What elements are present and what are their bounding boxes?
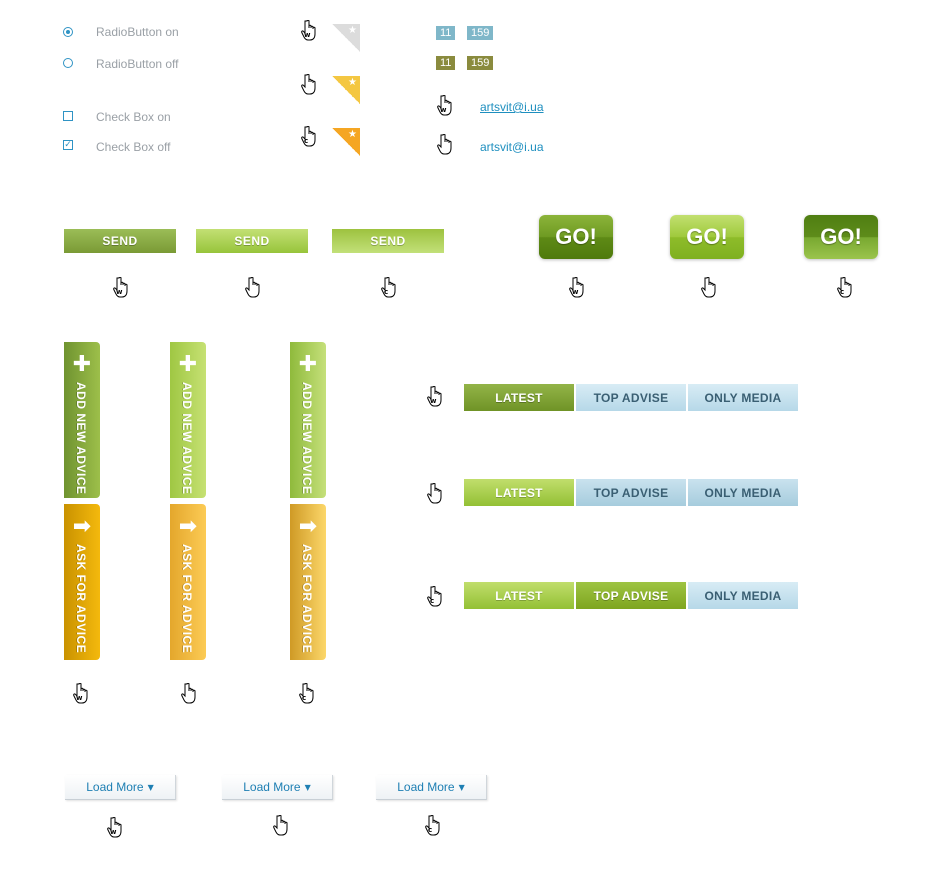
hand-cursor-icon: w: [106, 816, 124, 839]
hand-cursor-icon: [244, 276, 262, 299]
send-button-active[interactable]: SEND: [332, 229, 444, 253]
hand-cursor-icon: c: [300, 125, 318, 148]
arrow-right-icon: ➡: [72, 514, 92, 539]
hand-cursor-icon: [700, 276, 718, 299]
ask-for-advice-label: ASK FOR ADVICE: [180, 544, 194, 654]
ask-for-advice-label: ASK FOR ADVICE: [300, 544, 314, 654]
checkbox-on[interactable]: [63, 111, 73, 121]
tab-only-media[interactable]: ONLY MEDIA: [688, 582, 798, 609]
hand-cursor-icon: [272, 814, 290, 837]
radio-off-label: RadioButton off: [96, 57, 179, 71]
load-more-label: Load More: [243, 780, 301, 794]
ask-for-advice-tab-normal[interactable]: ➡ ASK FOR ADVICE: [64, 504, 100, 660]
hand-cursor-icon: c: [426, 585, 444, 608]
arrow-right-icon: ➡: [178, 514, 198, 539]
triangle-down-icon: ▼: [458, 783, 465, 792]
checkbox-off[interactable]: ✓: [63, 140, 73, 150]
hand-cursor-icon: [300, 73, 318, 96]
checkbox-on-label: Check Box on: [96, 110, 171, 124]
count-badge: 11: [436, 56, 456, 70]
radio-button-off[interactable]: [63, 58, 73, 68]
go-button-active[interactable]: GO!: [804, 215, 878, 259]
load-more-button-hover[interactable]: Load More ▼: [222, 775, 333, 800]
tab-top-advise[interactable]: TOP ADVISE: [576, 479, 686, 506]
load-more-label: Load More: [397, 780, 455, 794]
hand-cursor-icon: c: [298, 682, 316, 705]
hand-cursor-icon: w: [568, 276, 586, 299]
go-button-hover[interactable]: GO!: [670, 215, 744, 259]
add-new-advice-tab-normal[interactable]: ✚ ADD NEW ADVICE: [64, 342, 100, 498]
plus-icon: ✚: [178, 352, 198, 377]
add-new-advice-label: ADD NEW ADVICE: [74, 382, 88, 495]
go-button-normal[interactable]: GO!: [539, 215, 613, 259]
triangle-down-icon: ▼: [147, 783, 154, 792]
plus-icon: ✚: [298, 352, 318, 377]
email-link[interactable]: artsvit@i.ua: [480, 140, 544, 154]
star-icon: ★: [348, 77, 357, 88]
add-new-advice-tab-active[interactable]: ✚ ADD NEW ADVICE: [290, 342, 326, 498]
hand-cursor-icon: w: [72, 682, 90, 705]
radio-on-label: RadioButton on: [96, 25, 179, 39]
arrow-right-icon: ➡: [298, 514, 318, 539]
hand-cursor-icon: w: [300, 19, 318, 42]
checkbox-off-label: Check Box off: [96, 140, 171, 154]
favorite-corner-normal[interactable]: ★: [332, 24, 360, 52]
load-more-button-active[interactable]: Load More ▼: [376, 775, 487, 800]
ask-for-advice-tab-hover[interactable]: ➡ ASK FOR ADVICE: [170, 504, 206, 660]
tab-only-media[interactable]: ONLY MEDIA: [688, 479, 798, 506]
send-button-hover[interactable]: SEND: [196, 229, 308, 253]
hand-cursor-icon: w: [436, 94, 454, 117]
count-badge: 159: [467, 56, 494, 70]
hand-cursor-icon: c: [380, 276, 398, 299]
tab-latest[interactable]: LATEST: [464, 384, 574, 411]
plus-icon: ✚: [72, 352, 92, 377]
hand-cursor-icon: w: [112, 276, 130, 299]
star-icon: ★: [348, 129, 357, 140]
count-badge: 159: [467, 26, 494, 40]
tab-latest[interactable]: LATEST: [464, 479, 574, 506]
tab-only-media[interactable]: ONLY MEDIA: [688, 384, 798, 411]
count-badge: 11: [436, 26, 456, 40]
send-button-normal[interactable]: SEND: [64, 229, 176, 253]
favorite-corner-active[interactable]: ★: [332, 128, 360, 156]
tab-top-advise[interactable]: TOP ADVISE: [576, 384, 686, 411]
email-link-hover[interactable]: artsvit@i.ua: [480, 100, 544, 114]
star-icon: ★: [348, 25, 357, 36]
triangle-down-icon: ▼: [304, 783, 311, 792]
hand-cursor-icon: c: [424, 814, 442, 837]
hand-cursor-icon: [436, 133, 454, 156]
radio-button-on[interactable]: [63, 27, 73, 37]
ask-for-advice-tab-active[interactable]: ➡ ASK FOR ADVICE: [290, 504, 326, 660]
favorite-corner-hover[interactable]: ★: [332, 76, 360, 104]
load-more-label: Load More: [86, 780, 144, 794]
hand-cursor-icon: [426, 482, 444, 505]
hand-cursor-icon: c: [836, 276, 854, 299]
add-new-advice-tab-hover[interactable]: ✚ ADD NEW ADVICE: [170, 342, 206, 498]
hand-cursor-icon: w: [426, 385, 444, 408]
tab-top-advise[interactable]: TOP ADVISE: [576, 582, 686, 609]
tab-latest[interactable]: LATEST: [464, 582, 574, 609]
hand-cursor-icon: [180, 682, 198, 705]
add-new-advice-label: ADD NEW ADVICE: [180, 382, 194, 495]
add-new-advice-label: ADD NEW ADVICE: [300, 382, 314, 495]
ask-for-advice-label: ASK FOR ADVICE: [74, 544, 88, 654]
load-more-button-normal[interactable]: Load More ▼: [65, 775, 176, 800]
